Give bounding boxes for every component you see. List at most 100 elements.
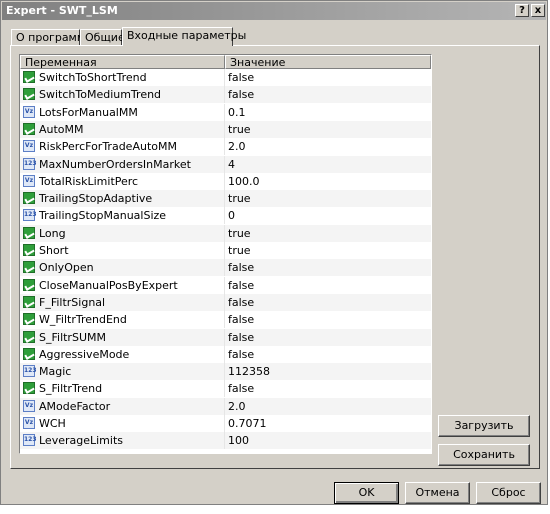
- bool-icon: [23, 226, 35, 239]
- column-divider: [224, 120, 225, 138]
- close-button[interactable]: x: [531, 4, 545, 17]
- parameter-value[interactable]: false: [228, 296, 254, 309]
- tab-inputs[interactable]: Входные параметры: [122, 27, 246, 46]
- parameter-name: TotalRiskLimitPerc: [39, 174, 139, 188]
- parameter-value[interactable]: true: [228, 192, 251, 205]
- table-row[interactable]: SwitchToMediumTrend false: [20, 86, 431, 104]
- parameters-table[interactable]: Переменная Значение SwitchToShortTrend fa…: [19, 54, 432, 454]
- expert-dialog: Expert - SWT_LSM ? x О программе Общие В…: [0, 0, 548, 505]
- table-row[interactable]: Vz WCH 0.7071: [20, 415, 431, 432]
- table-row[interactable]: Vz RiskPercForTradeAutoMM 2.0: [20, 138, 431, 156]
- table-row[interactable]: S_FiltrSUMM false: [20, 328, 431, 346]
- parameter-value[interactable]: 100: [228, 434, 249, 447]
- bool-icon: [23, 71, 35, 83]
- parameter-value[interactable]: 0.1: [228, 106, 246, 119]
- bool-icon: [23, 382, 35, 395]
- parameter-name: Magic: [39, 365, 72, 379]
- tab-common[interactable]: Общие: [80, 29, 125, 45]
- column-divider: [224, 190, 225, 208]
- column-header-name[interactable]: Переменная: [20, 55, 225, 69]
- parameter-name: WCH: [39, 417, 66, 430]
- parameter-name: AutoMM: [39, 122, 84, 136]
- double-icon: Vz: [23, 174, 35, 187]
- column-divider: [224, 397, 225, 415]
- table-row[interactable]: Vz AModeFactor 2.0: [20, 397, 431, 415]
- parameter-value[interactable]: 4: [228, 158, 235, 171]
- table-row[interactable]: F_FiltrSignal false: [20, 293, 431, 311]
- table-row[interactable]: S_FiltrTrend false: [20, 380, 431, 398]
- load-button[interactable]: Загрузить: [438, 415, 530, 437]
- column-divider: [224, 86, 225, 104]
- parameter-name: Short: [39, 244, 69, 257]
- parameter-value[interactable]: 2.0: [228, 140, 246, 153]
- table-row[interactable]: AutoMM true: [20, 120, 431, 138]
- column-divider: [224, 207, 225, 225]
- parameter-value[interactable]: false: [228, 382, 254, 395]
- column-divider: [224, 138, 225, 156]
- table-row[interactable]: 123 TrailingStopManualSize 0: [20, 207, 431, 225]
- table-row[interactable]: TrailingStopAdaptive true: [20, 190, 431, 208]
- help-button[interactable]: ?: [515, 4, 529, 17]
- column-divider: [224, 380, 225, 398]
- table-row[interactable]: 123 LeverageLimits 100: [20, 432, 431, 450]
- table-row[interactable]: SwitchToShortTrend false: [20, 69, 431, 86]
- parameter-value[interactable]: true: [228, 244, 251, 257]
- parameter-name: LeverageLimits: [39, 434, 123, 448]
- bool-icon: [23, 313, 35, 326]
- bool-icon: [23, 261, 35, 274]
- parameter-name: F_FiltrSignal: [39, 295, 106, 309]
- parameter-value[interactable]: false: [228, 279, 254, 292]
- title-bar: Expert - SWT_LSM ? x: [2, 2, 546, 20]
- parameter-value[interactable]: true: [228, 123, 251, 136]
- integer-icon: 123: [23, 434, 37, 447]
- cancel-button[interactable]: Отмена: [405, 482, 470, 504]
- parameter-value[interactable]: true: [228, 227, 251, 240]
- table-row[interactable]: 123 Magic 112358: [20, 363, 431, 381]
- table-row[interactable]: Long true: [20, 224, 431, 242]
- column-divider: [224, 311, 225, 329]
- window-title: Expert - SWT_LSM: [6, 4, 118, 17]
- parameter-name: S_FiltrSUMM: [39, 330, 106, 344]
- parameter-value[interactable]: false: [228, 88, 254, 101]
- column-divider: [224, 172, 225, 190]
- parameter-value[interactable]: false: [228, 313, 254, 326]
- bool-icon: [23, 330, 35, 343]
- column-divider: [224, 242, 225, 259]
- double-icon: Vz: [23, 105, 35, 118]
- tab-about[interactable]: О программе: [11, 29, 92, 45]
- parameter-name: AggressiveMode: [39, 347, 130, 361]
- ok-button[interactable]: OK: [334, 482, 399, 504]
- column-header-value[interactable]: Значение: [225, 55, 431, 69]
- parameter-value[interactable]: 0.7071: [228, 417, 267, 430]
- column-divider: [224, 345, 225, 363]
- parameter-name: RiskPercForTradeAutoMM: [39, 140, 177, 154]
- parameter-value[interactable]: 0: [228, 209, 235, 222]
- double-icon: Vz: [23, 140, 35, 153]
- double-icon: Vz: [23, 417, 35, 429]
- table-row[interactable]: Short true: [20, 242, 431, 259]
- integer-icon: 123: [23, 209, 37, 222]
- column-divider: [224, 363, 225, 381]
- parameter-value[interactable]: false: [228, 71, 254, 84]
- bool-icon: [23, 347, 35, 360]
- parameter-value[interactable]: 2.0: [228, 400, 246, 413]
- parameter-value[interactable]: false: [228, 348, 254, 361]
- parameter-name: SwitchToMediumTrend: [39, 88, 162, 102]
- parameter-name: TrailingStopManualSize: [39, 209, 167, 223]
- save-button[interactable]: Сохранить: [438, 444, 530, 466]
- table-row[interactable]: AggressiveMode false: [20, 345, 431, 363]
- table-row[interactable]: Vz LotsForManualMM 0.1: [20, 103, 431, 121]
- table-row[interactable]: CloseManualPosByExpert false: [20, 276, 431, 294]
- table-row[interactable]: Vz TotalRiskLimitPerc 100.0: [20, 172, 431, 190]
- parameter-value[interactable]: false: [228, 261, 254, 274]
- parameter-name: W_FiltrTrendEnd: [39, 313, 127, 327]
- column-divider: [224, 69, 225, 86]
- table-row[interactable]: OnlyOpen false: [20, 259, 431, 277]
- parameter-value[interactable]: 100.0: [228, 175, 260, 188]
- column-divider: [224, 432, 225, 450]
- table-row[interactable]: W_FiltrTrendEnd false: [20, 311, 431, 329]
- table-row[interactable]: 123 MaxNumberOrdersInMarket 4: [20, 155, 431, 173]
- reset-button[interactable]: Сброс: [476, 482, 541, 504]
- parameter-value[interactable]: false: [228, 331, 254, 344]
- parameter-value[interactable]: 112358: [228, 365, 270, 378]
